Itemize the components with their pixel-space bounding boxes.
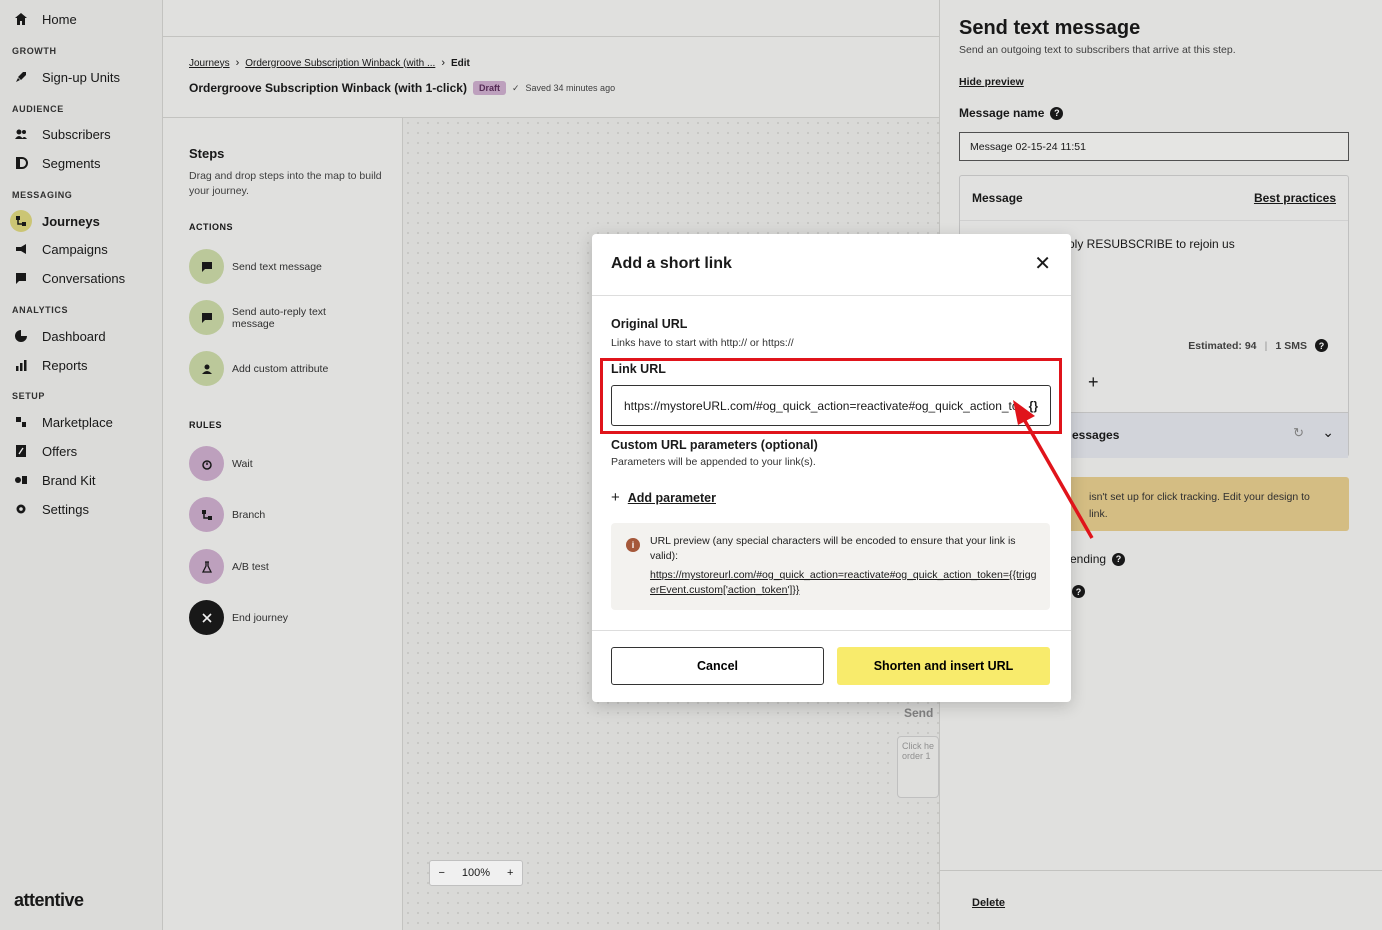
custom-params-hint: Parameters will be appended to your link… — [611, 456, 816, 468]
add-parameter-button[interactable]: + Add parameter — [611, 489, 716, 506]
add-short-link-modal: Add a short link ✕ Original URL Links ha… — [592, 234, 1071, 702]
link-url-input[interactable]: https://mystoreURL.com/#og_quick_action=… — [611, 385, 1051, 426]
link-url-value: https://mystoreURL.com/#og_quick_action=… — [624, 398, 1015, 413]
url-preview-link[interactable]: https://mystoreurl.com/#og_quick_action=… — [650, 568, 1040, 598]
info-icon: i — [626, 538, 640, 552]
url-preview-text: URL preview (any special characters will… — [650, 535, 1016, 562]
url-preview: i URL preview (any special characters wi… — [611, 523, 1050, 610]
modal-title: Add a short link — [611, 255, 732, 272]
close-icon[interactable]: ✕ — [1034, 254, 1051, 274]
original-url-hint: Links have to start with http:// or http… — [611, 337, 794, 349]
custom-params-label: Custom URL parameters (optional) — [611, 438, 818, 452]
link-url-label: Link URL — [611, 362, 666, 376]
modal-footer-divider — [592, 630, 1071, 631]
shorten-insert-button[interactable]: Shorten and insert URL — [837, 647, 1050, 685]
modal-header: Add a short link ✕ — [592, 234, 1071, 296]
original-url-label: Original URL — [611, 317, 688, 331]
insert-variable-button[interactable]: {} — [1029, 399, 1038, 413]
cancel-button[interactable]: Cancel — [611, 647, 824, 685]
add-parameter-label: Add parameter — [627, 490, 716, 505]
plus-icon: + — [611, 489, 620, 506]
